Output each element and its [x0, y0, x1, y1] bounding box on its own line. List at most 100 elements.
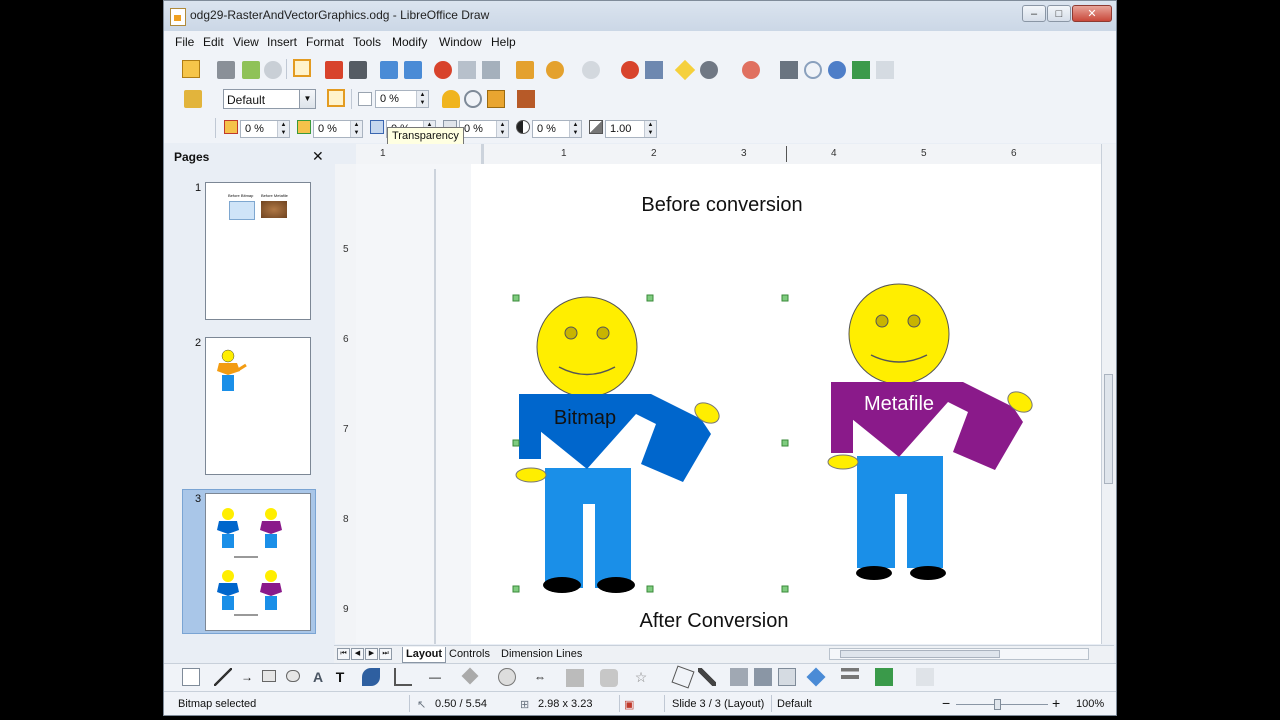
spinner-arrows-icon[interactable]: ▲▼	[350, 121, 362, 137]
block-arrows-icon[interactable]: ⇔	[531, 668, 549, 686]
zoom-status[interactable]: 100%	[1076, 698, 1104, 710]
lines-arrows-icon[interactable]: —	[426, 668, 444, 686]
zoom-slider[interactable]	[956, 704, 1048, 705]
glue-points-icon[interactable]	[698, 668, 716, 686]
page-thumbnail-3[interactable]	[205, 493, 311, 631]
maximize-button[interactable]: □	[1047, 5, 1071, 22]
chart-icon[interactable]	[621, 61, 639, 79]
zoom-out-icon[interactable]: −	[942, 695, 950, 711]
points-icon[interactable]	[671, 665, 695, 689]
save-icon[interactable]	[242, 61, 260, 79]
undo-icon[interactable]	[546, 61, 564, 79]
tab-dimension-lines[interactable]: Dimension Lines	[498, 647, 585, 662]
menu-help[interactable]: Help	[491, 35, 516, 49]
email-icon[interactable]	[264, 61, 282, 79]
rotate-icon[interactable]	[804, 61, 822, 79]
green-spinner[interactable]: 0 % ▲ ▼	[313, 120, 363, 138]
first-tab-icon[interactable]: ⏮	[337, 648, 350, 660]
arrange-icon[interactable]	[875, 668, 893, 686]
from-file-icon[interactable]	[730, 668, 748, 686]
spinner-arrows-icon[interactable]: ▲▼	[569, 121, 581, 137]
basic-shapes-icon[interactable]	[461, 667, 479, 685]
rectangle-icon[interactable]	[262, 670, 276, 682]
horizontal-scrollbar[interactable]	[829, 648, 1089, 660]
new-icon[interactable]	[182, 60, 200, 78]
zoom-icon[interactable]	[700, 61, 718, 79]
stars-icon[interactable]: ☆	[632, 668, 650, 686]
scrollbar-thumb[interactable]	[840, 650, 1000, 658]
tab-layout[interactable]: Layout	[402, 647, 447, 663]
shadow-icon[interactable]	[464, 90, 482, 108]
menu-format[interactable]: Format	[306, 35, 344, 49]
zoom-slider-thumb[interactable]	[994, 699, 1001, 710]
close-icon[interactable]: ✕	[312, 148, 324, 165]
curve-icon[interactable]	[362, 668, 380, 686]
contrast-spinner[interactable]: 0 % ▲ ▼	[532, 120, 582, 138]
bitmap-icon[interactable]	[517, 90, 535, 108]
minimize-button[interactable]: –	[1022, 5, 1046, 22]
vertical-scrollbar[interactable]	[1101, 144, 1116, 644]
metafile-figure[interactable]: Metafile	[827, 283, 1036, 580]
menu-insert[interactable]: Insert	[267, 35, 297, 49]
menu-file[interactable]: File	[175, 35, 194, 49]
line-icon[interactable]	[214, 668, 232, 686]
gallery-icon[interactable]	[754, 668, 772, 686]
spinner-arrows-icon[interactable]: ▲▼	[416, 91, 428, 107]
autospellcheck-icon[interactable]	[404, 61, 422, 79]
menu-view[interactable]: View	[233, 35, 259, 49]
navigator-icon[interactable]	[674, 59, 696, 81]
red-spinner[interactable]: 0 % ▲ ▼	[240, 120, 290, 138]
flowchart-icon[interactable]	[566, 669, 584, 687]
3d-objects-icon[interactable]	[778, 668, 796, 686]
last-tab-icon[interactable]: ⏭	[379, 648, 392, 660]
copy-icon[interactable]	[458, 61, 476, 79]
redo-icon[interactable]	[582, 61, 600, 79]
bitmap-figure[interactable]: Bitmap	[515, 296, 723, 593]
tab-controls[interactable]: Controls	[446, 647, 493, 662]
open-icon[interactable]	[217, 61, 235, 79]
help-icon[interactable]	[742, 61, 760, 79]
brightness-spinner[interactable]: 0 % ▲ ▼	[459, 120, 509, 138]
printer-icon[interactable]	[780, 61, 798, 79]
styles-icon[interactable]	[184, 90, 202, 108]
scrollbar-thumb[interactable]	[1104, 374, 1113, 484]
page-thumbnail-2[interactable]	[205, 337, 311, 475]
gamma-spinner[interactable]: 1.00 ▲ ▼	[605, 120, 657, 138]
area-icon[interactable]	[487, 90, 505, 108]
text-icon[interactable]: T	[331, 668, 349, 686]
symbol-shapes-icon[interactable]	[498, 668, 516, 686]
page-thumbnail-1[interactable]: Before Bitmap Before Metafile	[205, 182, 311, 320]
align-icon[interactable]	[852, 61, 870, 79]
connector-icon[interactable]	[394, 668, 412, 686]
arrow-line-icon[interactable]: →	[238, 668, 256, 686]
export-pdf-icon[interactable]	[325, 61, 343, 79]
panel-splitter[interactable]	[327, 144, 335, 660]
3d-effects-icon[interactable]	[876, 61, 894, 79]
zoom-in-icon[interactable]: +	[1052, 695, 1060, 711]
fontwork-icon[interactable]	[645, 61, 663, 79]
crop-icon[interactable]	[828, 61, 846, 79]
close-button[interactable]: ✕	[1072, 5, 1112, 22]
menu-modify[interactable]: Modify	[392, 35, 427, 49]
callouts-icon[interactable]	[600, 669, 618, 687]
transparency-spinner[interactable]: 0 % ▲ ▼	[375, 90, 429, 108]
edit-mode-icon[interactable]	[293, 59, 311, 77]
area-fill-icon[interactable]	[442, 90, 460, 108]
spinner-arrows-icon[interactable]: ▲▼	[496, 121, 508, 137]
ellipse-icon[interactable]	[286, 670, 300, 682]
menu-edit[interactable]: Edit	[203, 35, 224, 49]
alignment-icon[interactable]	[841, 668, 859, 686]
drawing-canvas[interactable]: Before conversion Bitmap Metafile After …	[356, 164, 1104, 644]
style-combo[interactable]: Default ▼	[223, 89, 316, 109]
chevron-down-icon[interactable]: ▼	[299, 90, 315, 108]
paste-icon[interactable]	[482, 61, 500, 79]
cut-icon[interactable]	[434, 61, 452, 79]
spinner-arrows-icon[interactable]: ▲▼	[644, 121, 656, 137]
fontwork-text-icon[interactable]: A	[309, 668, 327, 686]
spellcheck-icon[interactable]	[380, 61, 398, 79]
print-icon[interactable]	[349, 61, 367, 79]
prev-tab-icon[interactable]: ◀	[351, 648, 364, 660]
select-icon[interactable]	[182, 668, 200, 686]
transparency-filter-icon[interactable]	[327, 89, 345, 107]
shadow-toggle-icon[interactable]	[916, 668, 934, 686]
